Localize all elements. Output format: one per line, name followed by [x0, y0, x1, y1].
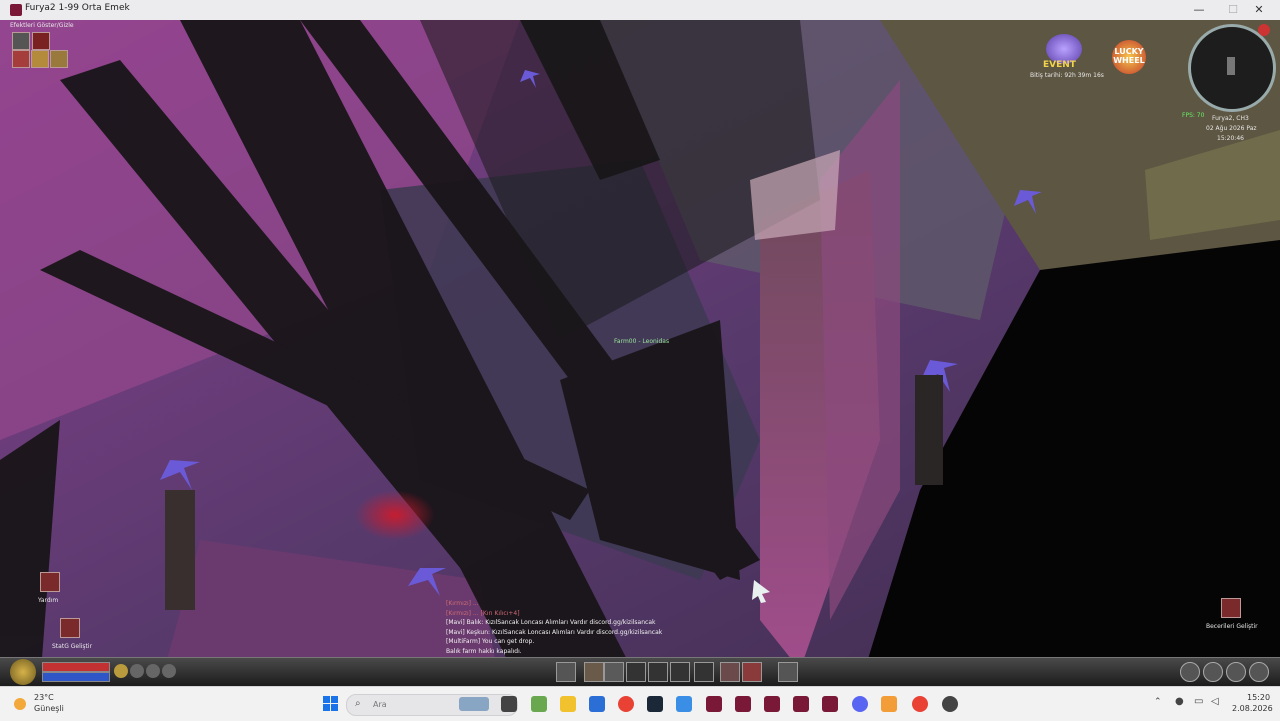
- obs-icon[interactable]: [942, 696, 958, 712]
- quickslot[interactable]: [670, 662, 690, 682]
- stat-upgrade-button[interactable]: [60, 618, 80, 638]
- search-icon: ⌕: [355, 698, 361, 709]
- chevron-up-icon[interactable]: ⌃: [1154, 697, 1162, 707]
- chrome-icon[interactable]: [912, 696, 928, 712]
- os-taskbar: 23°C Güneşli ⌕ Ara ⌃ ● ▭ ◁ 15:20 2.08.20…: [0, 686, 1280, 721]
- app-icon: [10, 4, 22, 16]
- menu-inventory-icon[interactable]: [1203, 662, 1223, 682]
- search-placeholder: Ara: [373, 700, 387, 709]
- discord-icon[interactable]: [852, 696, 868, 712]
- minimap-close-icon[interactable]: [1258, 24, 1270, 36]
- window-title: Furya2 1-99 Orta Emek: [25, 3, 130, 13]
- npc-nametag[interactable]: Farm00 - Leonidas: [614, 338, 669, 345]
- weather-icon[interactable]: [14, 698, 26, 710]
- start-button[interactable]: [323, 696, 339, 712]
- weather-temp: 23°C: [34, 693, 54, 702]
- game-viewport[interactable]: Efektleri Göster/Gizle EVENT Bitiş tarih…: [0, 20, 1280, 685]
- quickslot[interactable]: [742, 662, 762, 682]
- cloud-icon[interactable]: [881, 696, 897, 712]
- app-icon[interactable]: [676, 696, 692, 712]
- quickslot[interactable]: [584, 662, 604, 682]
- skill-upgrade-label: Becerileri Geliştir: [1206, 623, 1258, 630]
- window-titlebar: Furya2 1-99 Orta Emek — ☐ ✕: [0, 0, 1280, 21]
- steam-icon[interactable]: [647, 696, 663, 712]
- potion-icon[interactable]: [12, 50, 30, 68]
- quickslot[interactable]: [778, 662, 798, 682]
- quickslot[interactable]: [648, 662, 668, 682]
- search-highlight-image: [459, 697, 489, 711]
- chat-line: [Kırmızı] ... [Kırı Kılıcı+4]: [446, 609, 520, 617]
- fps-counter: FPS: 70: [1182, 112, 1205, 119]
- menu-skills-icon[interactable]: [1226, 662, 1246, 682]
- menu-character-icon[interactable]: [1180, 662, 1200, 682]
- file-explorer-icon[interactable]: [560, 696, 576, 712]
- chat-line: [Kırmızı] ...: [446, 600, 479, 607]
- game-window-icon[interactable]: [764, 696, 780, 712]
- widgets-icon[interactable]: [531, 696, 547, 712]
- event-label[interactable]: EVENT: [1043, 60, 1076, 70]
- bag-icon[interactable]: [50, 50, 68, 68]
- lucky-wheel-button[interactable]: LUCKY WHEEL: [1112, 40, 1146, 74]
- clock-date[interactable]: 2.08.2026: [1232, 704, 1273, 713]
- quickslot[interactable]: [556, 662, 576, 682]
- skill-upgrade-button[interactable]: [1221, 598, 1241, 618]
- game-scene: [0, 20, 1280, 685]
- event-end-time: Bitiş tarihi: 92h 39m 16s: [1030, 72, 1104, 79]
- game-window-icon[interactable]: [735, 696, 751, 712]
- quickslot[interactable]: [694, 662, 714, 682]
- chat-log: [Kırmızı] ... [Kırmızı] ... [Kırı Kılıcı…: [446, 599, 662, 656]
- chrome-icon[interactable]: [618, 696, 634, 712]
- character-portrait[interactable]: [10, 659, 36, 685]
- chat-line: [Mavi] Keşkun: KızılSancak Loncası Alıml…: [446, 628, 663, 636]
- lucky-wheel-label: LUCKY WHEEL: [1113, 47, 1145, 65]
- menu-orb-icon[interactable]: [146, 664, 160, 678]
- volume-icon[interactable]: ◁: [1211, 696, 1219, 707]
- menu-orb-icon[interactable]: [162, 664, 176, 678]
- menu-orb-icon[interactable]: [114, 664, 128, 678]
- game-window-icon[interactable]: [706, 696, 722, 712]
- game-time: 15:20:46: [1217, 135, 1244, 142]
- server-channel: Furya2, CH3: [1212, 115, 1249, 122]
- chat-line: [MultiFarm] You can get drop.: [446, 638, 535, 645]
- minimap-player-marker: [1227, 57, 1235, 75]
- taskview-icon[interactable]: [501, 696, 517, 712]
- clock-time[interactable]: 15:20: [1247, 693, 1270, 702]
- search-box[interactable]: ⌕ Ara: [346, 694, 518, 716]
- game-window-icon[interactable]: [793, 696, 809, 712]
- game-window-icon[interactable]: [822, 696, 838, 712]
- microphone-icon[interactable]: ●: [1175, 696, 1184, 707]
- quickslot[interactable]: [604, 662, 624, 682]
- hp-bar: [42, 662, 110, 672]
- effects-toggle-label: Efektleri Göster/Gizle: [10, 22, 74, 29]
- stat-upgrade-label: StatG Geliştir: [52, 643, 93, 650]
- help-label: Yardım: [38, 597, 59, 604]
- effects-toggle-button[interactable]: [12, 32, 30, 50]
- minimap[interactable]: [1188, 24, 1276, 112]
- weather-desc: Güneşli: [34, 704, 64, 713]
- network-icon[interactable]: ▭: [1194, 696, 1203, 707]
- menu-settings-icon[interactable]: [1249, 662, 1269, 682]
- effects-close-button[interactable]: [32, 32, 50, 50]
- game-bottom-bar: [0, 657, 1280, 686]
- quickslot[interactable]: [720, 662, 740, 682]
- buff-icon[interactable]: [31, 50, 49, 68]
- game-date: 02 Ağu 2026 Paz: [1206, 125, 1257, 132]
- help-button[interactable]: [40, 572, 60, 592]
- menu-orb-icon[interactable]: [130, 664, 144, 678]
- chat-line: [Mavi] Balık: KızılSancak Loncası Alımla…: [446, 619, 656, 626]
- quickslot[interactable]: [626, 662, 646, 682]
- mp-bar: [42, 672, 110, 682]
- chat-line: Balık farm hakkı kapalıdı.: [446, 647, 522, 655]
- store-icon[interactable]: [589, 696, 605, 712]
- close-button[interactable]: ✕: [1236, 0, 1280, 20]
